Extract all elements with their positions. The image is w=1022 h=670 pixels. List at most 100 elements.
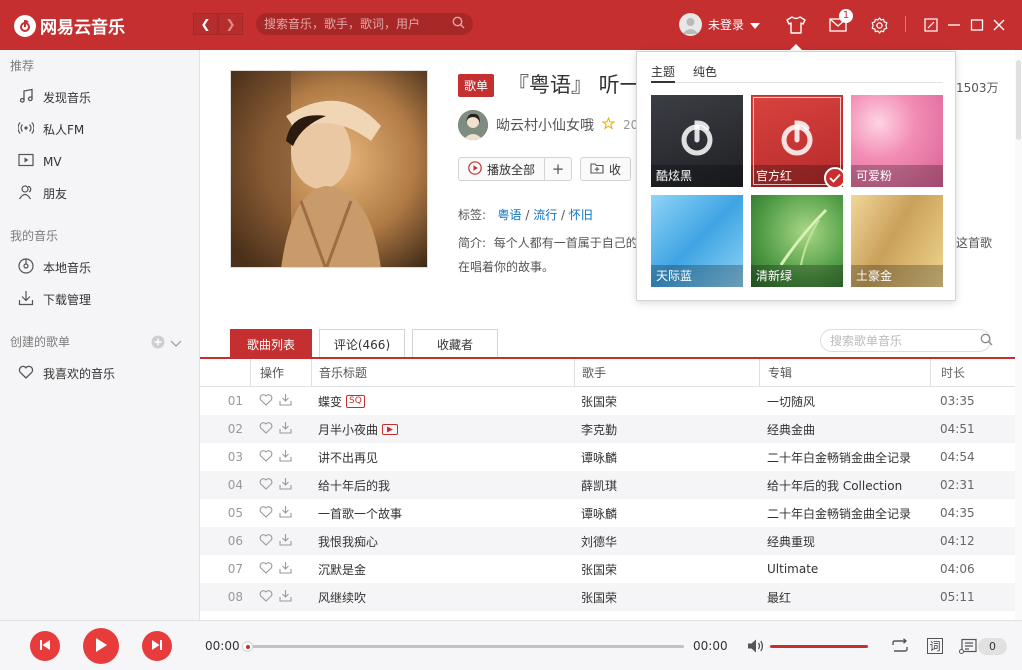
like-heart-icon[interactable] (259, 477, 273, 493)
row-artist[interactable]: 刘德华 (574, 533, 759, 550)
chevron-down-icon[interactable] (170, 337, 182, 351)
progress-bar[interactable] (242, 641, 684, 652)
row-album[interactable]: 经典金曲 (759, 421, 930, 438)
row-artist[interactable]: 张国荣 (574, 589, 759, 606)
scrollbar-thumb[interactable] (1016, 60, 1021, 140)
row-album[interactable]: 给十年后的我 Collection (759, 477, 930, 494)
minimize-icon[interactable] (943, 14, 965, 36)
table-row[interactable]: 03 讲不出再见 谭咏麟 二十年白金畅销金曲全记录 04:54 (200, 443, 1015, 471)
table-row[interactable]: 02 月半小夜曲 李克勤 经典金曲 04:51 (200, 415, 1015, 443)
creator-name[interactable]: 呦云村小仙女哦 (496, 115, 594, 135)
like-heart-icon[interactable] (259, 393, 273, 409)
skin-option[interactable]: 土豪金 (851, 195, 943, 287)
collect-button[interactable]: 收 (580, 157, 632, 181)
skin-option[interactable]: 清新绿 (751, 195, 843, 287)
search-icon[interactable] (980, 333, 993, 349)
previous-button[interactable] (30, 631, 60, 661)
skin-option[interactable]: 官方红 (751, 95, 843, 187)
row-artist[interactable]: 谭咏麟 (574, 505, 759, 522)
header-title[interactable]: 音乐标题 (311, 359, 574, 386)
row-artist[interactable]: 谭咏麟 (574, 449, 759, 466)
song-title[interactable]: 一首歌一个故事 (318, 505, 402, 522)
download-icon[interactable] (279, 561, 292, 577)
repeat-icon[interactable] (890, 636, 910, 656)
user-login[interactable]: 未登录 (679, 13, 761, 36)
tag-link-pop[interactable]: 流行 (533, 208, 557, 222)
skin-option[interactable]: 可爱粉 (851, 95, 943, 187)
tab-subscribers[interactable]: 收藏者 (412, 329, 498, 358)
play-button[interactable] (83, 628, 119, 664)
sidebar-item-fm[interactable]: 私人FM (17, 120, 84, 139)
playlist-search-input[interactable] (830, 333, 980, 348)
tab-song-list[interactable]: 歌曲列表 (230, 329, 312, 358)
table-row[interactable]: 08 风继续吹 张国荣 最红 05:11 (200, 583, 1015, 611)
next-button[interactable] (142, 631, 172, 661)
settings-gear-icon[interactable] (868, 14, 890, 36)
sidebar-item-friends[interactable]: 朋友 (18, 184, 67, 203)
row-album[interactable]: Ultimate (759, 562, 930, 576)
skin-option[interactable]: 酷炫黑 (651, 95, 743, 187)
like-heart-icon[interactable] (259, 589, 273, 605)
row-album[interactable]: 一切随风 (759, 393, 930, 410)
row-album[interactable]: 经典重现 (759, 533, 930, 550)
skin-tab-solid[interactable]: 纯色 (693, 63, 717, 83)
download-icon[interactable] (279, 477, 292, 493)
app-logo[interactable]: 网易云音乐 (14, 13, 125, 38)
song-title[interactable]: 沉默是金 (318, 561, 366, 578)
song-title[interactable]: 我恨我痴心 (318, 533, 378, 550)
like-heart-icon[interactable] (259, 561, 273, 577)
table-row[interactable]: 04 给十年后的我 薛凯琪 给十年后的我 Collection 02:31 (200, 471, 1015, 499)
volume-icon[interactable] (746, 636, 766, 656)
header-artist[interactable]: 歌手 (574, 359, 759, 386)
add-playlist-icon[interactable] (151, 335, 165, 352)
close-icon[interactable] (988, 14, 1010, 36)
table-row[interactable]: 01 蝶变 SQ 张国荣 一切随风 03:35 (200, 387, 1015, 415)
sidebar-item-discover[interactable]: 发现音乐 (18, 88, 91, 107)
tag-link-nostalgic[interactable]: 怀旧 (569, 208, 593, 222)
skin-option[interactable]: 天际蓝 (651, 195, 743, 287)
table-row[interactable]: 05 一首歌一个故事 谭咏麟 二十年白金畅销金曲全记录 04:35 (200, 499, 1015, 527)
like-heart-icon[interactable] (259, 533, 273, 549)
download-icon[interactable] (279, 421, 292, 437)
sidebar-item-liked-music[interactable]: 我喜欢的音乐 (18, 364, 115, 383)
row-album[interactable]: 二十年白金畅销金曲全记录 (759, 505, 930, 522)
creator-avatar[interactable] (458, 110, 488, 140)
forward-button[interactable]: ❯ (218, 13, 243, 35)
song-title[interactable]: 月半小夜曲 (318, 421, 378, 438)
play-all-button[interactable]: 播放全部 (459, 158, 546, 180)
back-button[interactable]: ❮ (193, 13, 218, 35)
table-row[interactable]: 06 我恨我痴心 刘德华 经典重现 04:12 (200, 527, 1015, 555)
skin-tab-theme[interactable]: 主题 (651, 63, 676, 83)
sidebar-item-local-music[interactable]: 本地音乐 (18, 258, 91, 277)
row-artist[interactable]: 薛凯琪 (574, 477, 759, 494)
download-icon[interactable] (279, 449, 292, 465)
header-album[interactable]: 专辑 (759, 359, 930, 386)
tab-comments[interactable]: 评论(466) (319, 329, 405, 358)
mini-mode-icon[interactable] (920, 14, 942, 36)
global-search-input[interactable] (264, 17, 452, 31)
download-icon[interactable] (279, 589, 292, 605)
row-artist[interactable]: 张国荣 (574, 393, 759, 410)
download-icon[interactable] (279, 393, 292, 409)
row-album[interactable]: 二十年白金畅销金曲全记录 (759, 449, 930, 466)
search-icon[interactable] (452, 16, 465, 32)
song-title[interactable]: 风继续吹 (318, 589, 366, 606)
row-album[interactable]: 最红 (759, 589, 930, 606)
header-actions[interactable]: 操作 (250, 359, 311, 386)
mv-play-icon[interactable] (382, 423, 399, 435)
sidebar-item-mv[interactable]: MV (18, 152, 62, 171)
tag-link-cantonese[interactable]: 粤语 (498, 208, 522, 222)
progress-knob[interactable] (242, 641, 253, 652)
lyrics-button[interactable]: 词 (925, 636, 945, 656)
table-row[interactable]: 07 沉默是金 张国荣 Ultimate 04:06 (200, 555, 1015, 583)
download-icon[interactable] (279, 505, 292, 521)
like-heart-icon[interactable] (259, 421, 273, 437)
playlist-queue-icon[interactable] (958, 636, 978, 656)
song-title[interactable]: 蝶变 (318, 393, 342, 410)
like-heart-icon[interactable] (259, 449, 273, 465)
row-artist[interactable]: 张国荣 (574, 561, 759, 578)
sidebar-item-downloads[interactable]: 下载管理 (18, 290, 91, 309)
scrollbar[interactable] (1015, 50, 1022, 620)
like-heart-icon[interactable] (259, 505, 273, 521)
song-title[interactable]: 讲不出再见 (318, 449, 378, 466)
